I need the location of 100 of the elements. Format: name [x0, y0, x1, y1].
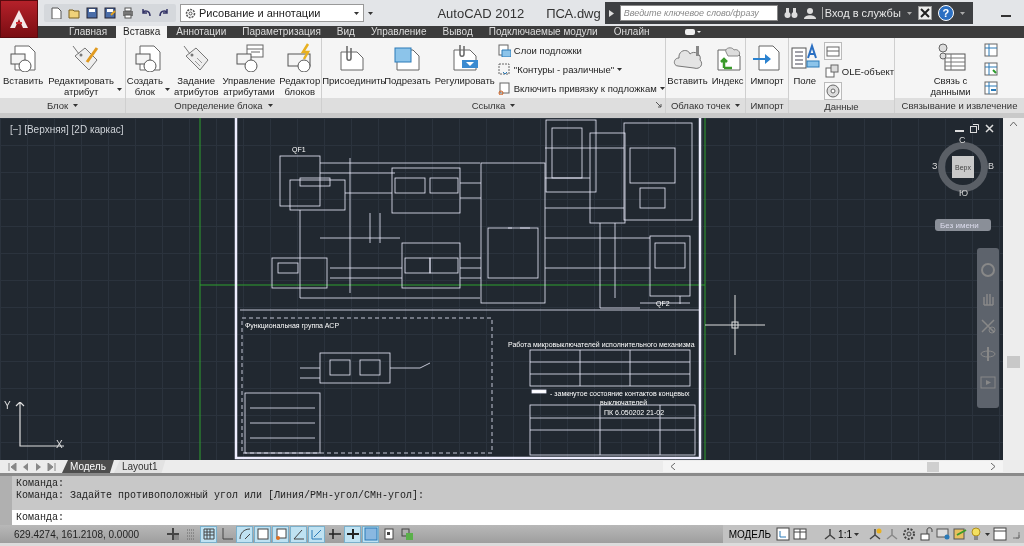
ribbon-button[interactable]: Создать блок: [125, 42, 171, 97]
ribbon-small-button[interactable]: OLE-объект: [823, 63, 896, 79]
ribbon-small-button[interactable]: Включить привязку к подложкам: [495, 80, 666, 96]
panel-title[interactable]: Импорт: [746, 98, 788, 113]
chevron-left-icon[interactable]: [671, 463, 675, 470]
dialog-arrow-icon[interactable]: [656, 102, 662, 108]
undo-icon[interactable]: [140, 7, 152, 19]
compass-direction[interactable]: С: [959, 136, 966, 145]
chevron-up-icon[interactable]: [1010, 122, 1017, 126]
save-as-icon[interactable]: [104, 7, 116, 19]
status-toggle[interactable]: [254, 525, 271, 543]
scrollbar-thumb[interactable]: [1007, 356, 1020, 368]
ribbon-button[interactable]: Импорт: [749, 42, 785, 86]
compass-direction[interactable]: Ю: [959, 189, 969, 198]
compass-direction[interactable]: В: [988, 162, 994, 171]
status-toggle[interactable]: [290, 525, 307, 543]
first-page-icon[interactable]: [8, 462, 17, 471]
ribbon-button[interactable]: Поле: [787, 42, 822, 86]
x-square-icon[interactable]: [917, 6, 932, 20]
layout-tab[interactable]: Layout1: [113, 460, 166, 473]
panel-title[interactable]: Блок: [0, 98, 125, 113]
lightbulb-icon[interactable]: [970, 527, 982, 541]
window-icon[interactable]: [993, 527, 1007, 541]
monitor-icon[interactable]: [936, 527, 950, 541]
command-line-field[interactable]: Команда:: [12, 510, 1024, 525]
ribbon-tab[interactable]: Главная: [62, 26, 115, 38]
horizontal-scrollbar[interactable]: [663, 461, 1003, 472]
workspace-dropdown[interactable]: Рисование и аннотации: [180, 4, 365, 22]
caret-icon: [735, 104, 741, 107]
status-toggle[interactable]: [362, 525, 379, 543]
app-menu-button[interactable]: [0, 0, 38, 38]
ribbon-button[interactable]: Регулировать: [433, 42, 494, 86]
caret-icon: [659, 86, 665, 90]
ribbon-small-button[interactable]: "Контуры - различные": [495, 61, 624, 77]
panel-title[interactable]: Определение блока: [126, 98, 321, 113]
triangle-icon[interactable]: [608, 9, 614, 17]
gear-icon[interactable]: [902, 527, 916, 541]
isolate-icon[interactable]: [953, 527, 967, 541]
restore-icon[interactable]: [970, 124, 979, 133]
hatched-square-icon: [363, 527, 378, 541]
sign-in-link[interactable]: Вход в службы: [821, 7, 901, 19]
ribbon-tab[interactable]: Вид: [329, 26, 362, 38]
ribbon-tab[interactable]: Аннотации: [169, 26, 234, 38]
command-grip[interactable]: [0, 476, 12, 525]
ribbon-button[interactable]: Задание атрибутов: [172, 42, 220, 97]
polar-icon: [237, 527, 252, 541]
ribbon-button[interactable]: Вставить: [666, 42, 709, 86]
status-toggle[interactable]: [308, 525, 325, 543]
ribbon-button[interactable]: Редактировать атрибут: [46, 42, 123, 97]
ribbon-tab[interactable]: Онлайн: [606, 26, 657, 38]
last-page-icon[interactable]: [47, 462, 56, 471]
status-toggle[interactable]: [236, 525, 253, 543]
ribbon-button[interactable]: Редактор блоков: [278, 42, 322, 97]
model-space-button[interactable]: МОДЕЛЬ: [726, 528, 774, 540]
ribbon-small-button[interactable]: Слои подложки: [495, 42, 583, 58]
save-icon[interactable]: [86, 7, 98, 19]
redo-icon[interactable]: [158, 7, 170, 19]
status-toggle[interactable]: [398, 525, 415, 543]
status-toggle[interactable]: [344, 525, 361, 543]
viewport-controls-label[interactable]: [−] [Верхняя] [2D каркас]: [10, 124, 124, 135]
vertical-scrollbar[interactable]: [1003, 118, 1024, 460]
ribbon-button[interactable]: Индекс: [710, 42, 745, 86]
ribbon-tab[interactable]: Вывод: [435, 26, 480, 38]
ribbon-tab[interactable]: Параметризация: [235, 26, 328, 38]
help-button[interactable]: ?: [937, 5, 954, 21]
next-icon[interactable]: [34, 462, 43, 471]
ribbon-tab[interactable]: Подключаемые модули: [481, 26, 605, 38]
letter-a-logo-icon: [8, 8, 30, 30]
panel-title[interactable]: Ссылка: [322, 98, 665, 113]
scrollbar-thumb[interactable]: [927, 461, 939, 472]
ribbon-button[interactable]: Управление атрибутами: [221, 42, 277, 97]
user-icon[interactable]: [803, 7, 816, 19]
binoculars-icon[interactable]: [783, 7, 798, 19]
search-field[interactable]: Введите ключевое слово/фразу: [619, 5, 778, 21]
grid-icon: [201, 527, 216, 541]
chevron-right-icon[interactable]: [991, 463, 995, 470]
layers-page-icon: [496, 43, 511, 57]
split-view-icon[interactable]: [793, 527, 808, 541]
print-icon[interactable]: [122, 7, 134, 19]
ribbon-button[interactable]: Вставить: [2, 42, 45, 86]
pill-icon[interactable]: [682, 28, 701, 36]
ribbon-tab[interactable]: Управление: [363, 26, 434, 38]
layout-icon[interactable]: [776, 527, 791, 541]
ribbon-small-button[interactable]: [823, 82, 842, 100]
panel-title[interactable]: Облако точек: [666, 98, 745, 113]
status-toggle[interactable]: [164, 525, 181, 543]
layout-tab[interactable]: Модель: [62, 460, 114, 473]
annotation-scale-button[interactable]: 1:1: [818, 527, 865, 541]
status-toggle[interactable]: [272, 525, 289, 543]
compass-direction[interactable]: З: [932, 162, 938, 171]
text-field-icon: [788, 42, 821, 72]
previous-icon[interactable]: [21, 462, 30, 471]
ribbon-tab[interactable]: Вставка: [116, 26, 168, 38]
lock-icon[interactable]: [919, 527, 933, 541]
status-toggle[interactable]: [200, 525, 217, 543]
new-file-icon[interactable]: [50, 7, 62, 19]
panel-title[interactable]: Данные: [789, 100, 894, 113]
open-folder-icon[interactable]: [68, 7, 80, 19]
visibility-icon[interactable]: [868, 527, 882, 541]
close-icon[interactable]: [985, 124, 994, 133]
